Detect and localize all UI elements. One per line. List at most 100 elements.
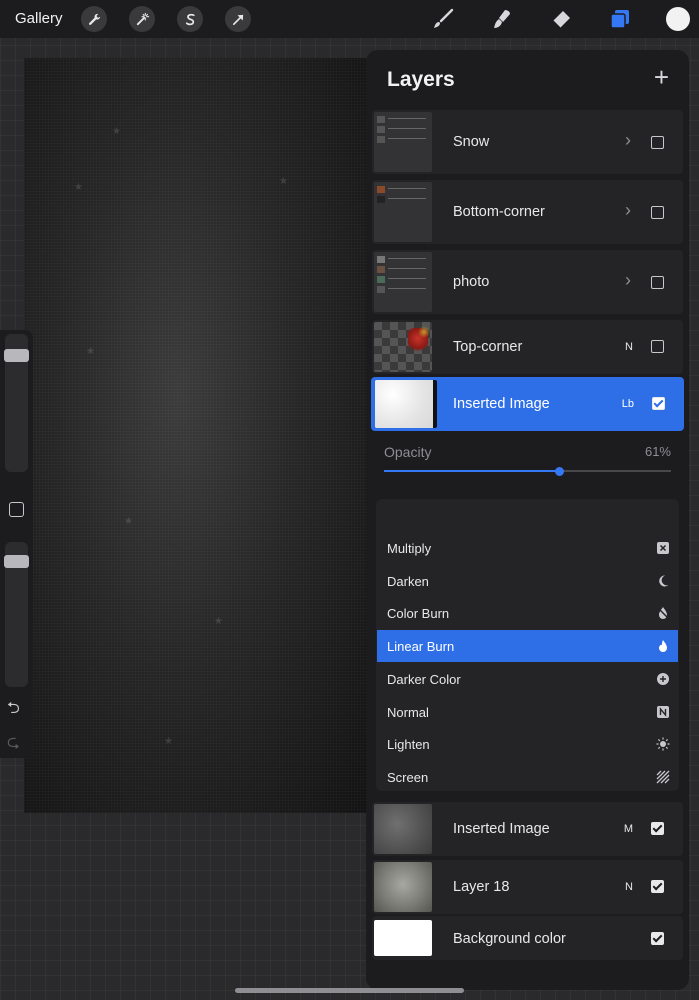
smudge-icon[interactable] — [488, 5, 516, 33]
layer-row-bottom-corner[interactable]: Bottom-corner › — [372, 180, 683, 244]
blend-mode-darken[interactable]: Darken — [377, 565, 678, 597]
layer-row-inserted-image[interactable]: Inserted Image M — [372, 802, 683, 856]
visibility-checkbox[interactable] — [651, 136, 664, 149]
star-decoration-icon: ★ — [86, 346, 95, 357]
blend-mode-screen[interactable]: Screen — [377, 761, 678, 793]
blend-mode-indicator[interactable]: M — [624, 823, 633, 835]
blend-mode-indicator[interactable]: N — [625, 881, 633, 893]
layer-row-background-color[interactable]: Background color — [372, 916, 683, 960]
layer-name: Snow — [453, 134, 490, 150]
brush-opacity-thumb[interactable] — [4, 555, 29, 569]
group-thumbnail — [374, 112, 432, 172]
color-swatch[interactable] — [666, 7, 690, 31]
blend-mode-label: Linear Burn — [387, 639, 455, 655]
visibility-checkbox[interactable] — [651, 340, 664, 353]
brush-icon[interactable] — [429, 5, 457, 33]
blend-mode-label: Darken — [387, 573, 429, 589]
wrench-icon[interactable] — [81, 6, 107, 32]
star-decoration-icon: ★ — [112, 126, 121, 137]
brush-size-thumb[interactable] — [4, 349, 29, 362]
visibility-checkbox[interactable] — [652, 397, 665, 410]
layer-thumbnail — [374, 322, 432, 372]
plus-circle-icon — [656, 672, 670, 686]
selection-icon[interactable] — [177, 6, 203, 32]
visibility-checkbox[interactable] — [651, 932, 664, 945]
visibility-checkbox[interactable] — [651, 206, 664, 219]
layer-name: Bottom-corner — [453, 204, 545, 220]
layer-thumbnail — [374, 862, 432, 912]
opacity-fill — [384, 470, 560, 472]
transform-arrow-icon[interactable] — [225, 6, 251, 32]
layer-row-inserted-image-selected[interactable]: Inserted Image Lb — [371, 377, 684, 431]
gallery-button[interactable]: Gallery — [15, 10, 63, 27]
top-toolbar: Gallery — [0, 0, 699, 38]
layer-row-top-corner[interactable]: Top-corner N — [372, 320, 683, 374]
sun-icon — [656, 737, 670, 751]
opacity-label: Opacity — [384, 444, 432, 460]
brush-size-slider[interactable] — [4, 334, 29, 472]
undo-button[interactable]: ⮌ — [7, 697, 20, 724]
color-burn-icon — [656, 606, 670, 620]
layers-title: Layers — [387, 68, 455, 91]
moon-icon — [656, 574, 670, 588]
blend-mode-label: Color Burn — [387, 606, 450, 622]
visibility-checkbox[interactable] — [651, 276, 664, 289]
star-decoration-icon: ★ — [124, 516, 133, 527]
blend-mode-lighten[interactable]: Lighten — [377, 728, 678, 760]
blend-mode-normal[interactable]: Normal — [377, 696, 678, 728]
layer-name: photo — [453, 274, 490, 290]
layer-row-layer-18[interactable]: Layer 18 N — [372, 860, 683, 914]
star-decoration-icon: ★ — [74, 182, 83, 193]
chevron-right-icon[interactable]: › — [625, 200, 631, 221]
hatch-icon — [656, 770, 670, 784]
brush-opacity-slider[interactable] — [4, 542, 29, 687]
star-decoration-icon: ★ — [279, 176, 288, 187]
blend-mode-indicator[interactable]: N — [625, 341, 633, 353]
visibility-checkbox[interactable] — [651, 822, 664, 835]
blend-mode-label: Darker Color — [387, 671, 461, 687]
blend-mode-darker-color[interactable]: Darker Color — [377, 663, 678, 695]
magic-wand-icon[interactable] — [129, 6, 155, 32]
visibility-checkbox[interactable] — [651, 880, 664, 893]
layers-icon[interactable] — [606, 5, 634, 33]
opacity-value: 61% — [644, 444, 671, 459]
modify-button[interactable] — [9, 502, 24, 517]
blend-mode-linear-burn[interactable]: Linear Burn — [377, 630, 678, 663]
blend-mode-color-burn[interactable]: Color Burn — [377, 597, 678, 629]
chevron-right-icon[interactable]: › — [625, 130, 631, 151]
layer-name: Background color — [453, 931, 566, 947]
left-sidebar: ⮌ ⮎ — [0, 330, 33, 758]
home-indicator — [235, 988, 464, 993]
opacity-knob[interactable] — [554, 466, 564, 476]
star-decoration-icon: ★ — [164, 736, 173, 747]
blend-mode-label: Lighten — [387, 737, 430, 753]
star-decoration-icon: ★ — [214, 616, 223, 627]
multiply-icon — [656, 541, 670, 555]
add-layer-button[interactable]: + — [654, 64, 669, 90]
layer-row-snow[interactable]: Snow › — [372, 110, 683, 174]
blend-mode-multiply[interactable]: Multiply — [377, 532, 678, 564]
group-thumbnail — [374, 252, 432, 312]
eraser-icon[interactable] — [547, 5, 575, 33]
layer-name: Inserted Image — [453, 396, 550, 412]
flame-icon — [656, 639, 670, 653]
drawing-canvas[interactable]: ★ ★ ★ ★ ★ ★ ★ — [24, 58, 366, 813]
opacity-slider[interactable] — [384, 466, 671, 476]
blend-mode-label: Normal — [387, 704, 429, 720]
blend-mode-indicator[interactable]: Lb — [622, 398, 634, 410]
blend-mode-label: Screen — [387, 769, 429, 785]
normal-n-icon — [656, 705, 670, 719]
group-thumbnail — [374, 182, 432, 242]
chevron-right-icon[interactable]: › — [625, 270, 631, 291]
layer-name: Top-corner — [453, 339, 523, 355]
layer-name: Layer 18 — [453, 879, 510, 895]
layer-row-photo[interactable]: photo › — [372, 250, 683, 314]
layers-panel: Layers + Snow › Bottom-corner › photo › … — [366, 50, 689, 990]
redo-button[interactable]: ⮎ — [7, 731, 20, 758]
layer-thumbnail — [374, 804, 432, 854]
layer-thumbnail — [375, 380, 437, 428]
blend-mode-label: Multiply — [387, 541, 432, 556]
background-color-swatch[interactable] — [374, 920, 432, 956]
layer-name: Inserted Image — [453, 821, 550, 837]
blend-mode-menu: Multiply Darken Color Burn Linear Burn Darke… — [376, 499, 679, 791]
